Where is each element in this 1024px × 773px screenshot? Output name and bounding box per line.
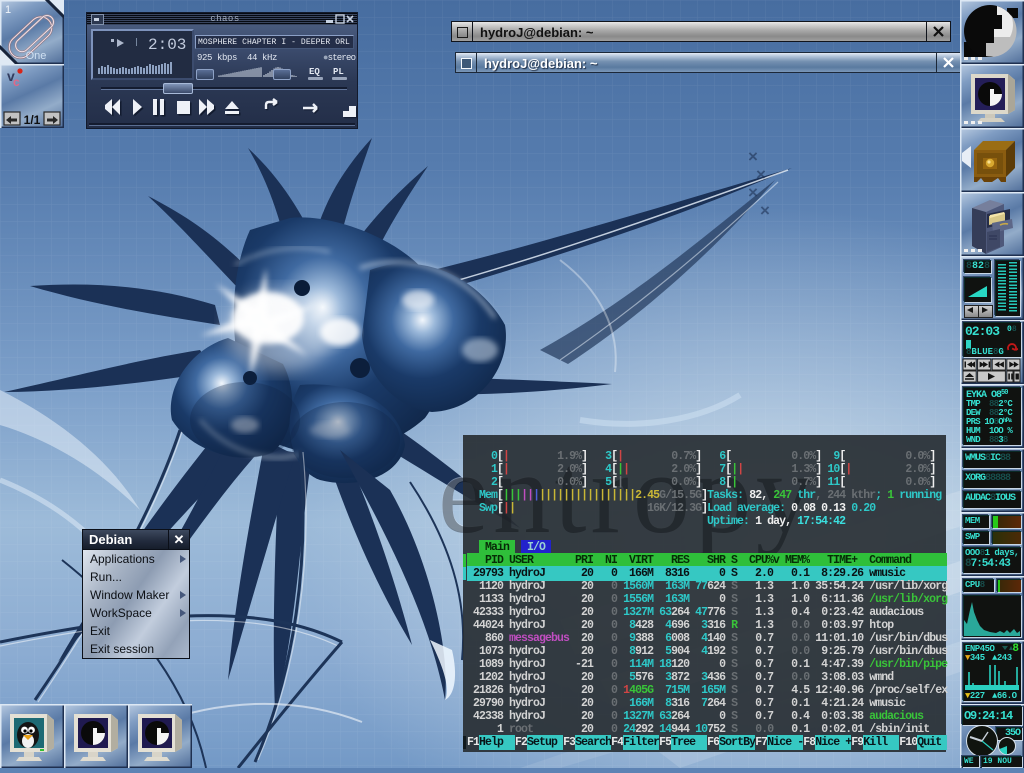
svg-text:One: One (26, 50, 47, 62)
svg-text:c: c (13, 75, 20, 89)
svg-text:×: × (760, 201, 770, 220)
svg-text:×: × (748, 147, 758, 166)
svg-text:1/1: 1/1 (24, 113, 41, 127)
svg-text:1: 1 (5, 4, 11, 16)
svg-text:×: × (756, 165, 766, 184)
svg-text:×: × (748, 183, 758, 202)
